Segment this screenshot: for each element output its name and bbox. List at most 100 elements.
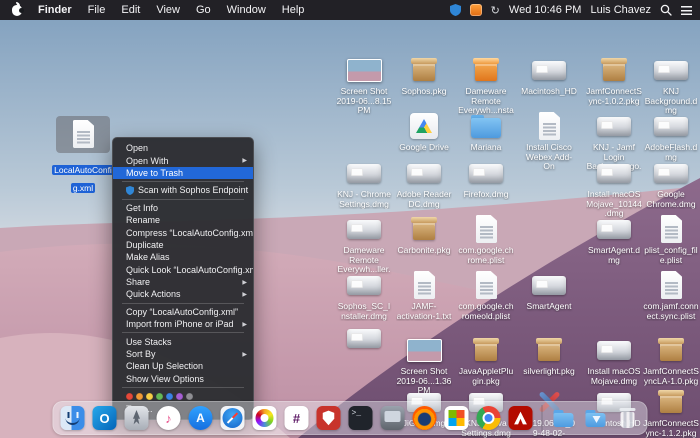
desktop-icon[interactable]: KNJ - Chrome Settings.dmg xyxy=(336,157,392,209)
documents-folder-dock-icon[interactable] xyxy=(552,406,576,430)
desktop-icon[interactable]: com.google.chromeold.plist xyxy=(458,269,514,321)
terminal-dock-icon[interactable] xyxy=(348,406,373,430)
context-menu-item-open[interactable]: Open xyxy=(113,142,253,154)
desktop-icon[interactable]: Install Cisco Webex Add-On xyxy=(521,110,577,172)
submenu-arrow-icon: ▶ xyxy=(242,291,247,298)
context-menu-item-share[interactable]: Share ▶ xyxy=(113,276,253,288)
context-menu-item-use-stacks[interactable]: Use Stacks xyxy=(113,335,253,347)
tag-yellow[interactable] xyxy=(146,393,153,401)
context-menu-item-show-view-options[interactable]: Show View Options xyxy=(113,373,253,385)
desktop-icon[interactable]: Carbonite.pkg xyxy=(396,213,452,256)
context-menu-item-quick-look[interactable]: Quick Look “LocalAutoConfig.xml” xyxy=(113,264,253,276)
context-menu-item-scan-with-sophos[interactable]: Scan with Sophos Endpoint xyxy=(113,184,253,196)
desktop-icon[interactable]: Mariana xyxy=(458,110,514,153)
firefox-dock-icon[interactable] xyxy=(412,406,437,430)
desktop-icon-label: Screen Shot 2019-06...8.15 PM xyxy=(336,87,392,115)
sync-status-icon[interactable]: ↻ xyxy=(491,3,500,17)
submenu-arrow-icon: ▶ xyxy=(242,158,247,165)
desktop-icon[interactable]: Firefox.dmg xyxy=(458,157,514,200)
menu-view[interactable]: View xyxy=(148,0,188,20)
app-store-dock-icon[interactable] xyxy=(188,406,213,430)
desktop[interactable]: Screen Shot 2019-06...8.15 PM Sophos.pkg… xyxy=(0,20,700,438)
menu-go[interactable]: Go xyxy=(188,0,219,20)
dameware-status-icon[interactable] xyxy=(469,4,482,16)
itunes-dock-icon[interactable] xyxy=(156,406,181,430)
menu-window[interactable]: Window xyxy=(219,0,274,20)
tag-blue[interactable] xyxy=(166,393,173,401)
desktop-icon[interactable]: Dameware Remote Everywh...nstaller xyxy=(458,54,514,116)
desktop-icon[interactable]: Macintosh_HD xyxy=(521,54,577,97)
sophos-shield-status-icon[interactable] xyxy=(449,3,461,17)
sophos-dock-icon[interactable] xyxy=(316,406,341,430)
tag-gray[interactable] xyxy=(186,393,193,401)
desktop-icon-label: com.jamf.connect.sync.plist xyxy=(643,302,699,321)
menubar-clock[interactable]: Wed 10:46 PM xyxy=(509,0,582,20)
context-menu-item-import-from-iphone[interactable]: Import from iPhone or iPad ▶ xyxy=(113,318,253,330)
desktop-icon[interactable]: Google Drive xyxy=(396,110,452,153)
context-menu-item-open-with[interactable]: Open With ▶ xyxy=(113,154,253,166)
desktop-icon[interactable]: plist_config_file.plist xyxy=(643,213,699,265)
desktop-icon[interactable]: Sophos_SC_Installer.dmg xyxy=(336,269,392,321)
remote-desktop-dock-icon[interactable] xyxy=(380,406,405,430)
tag-red[interactable] xyxy=(126,393,133,401)
menu-item-label: Move to Trash xyxy=(126,167,184,178)
desktop-icon[interactable]: Google Chrome.dmg xyxy=(643,157,699,209)
desktop-icon[interactable]: SmartAgent xyxy=(521,269,577,312)
context-menu-item-rename[interactable]: Rename xyxy=(113,214,253,226)
context-menu-item-get-info[interactable]: Get Info xyxy=(113,202,253,214)
context-menu-item-make-alias[interactable]: Make Alias xyxy=(113,251,253,263)
context-menu-item-sort-by[interactable]: Sort By ▶ xyxy=(113,348,253,360)
context-menu-item-compress[interactable]: Compress “LocalAutoConfig.xml” xyxy=(113,226,253,238)
desktop-icon-label: Sophos.pkg xyxy=(401,87,447,96)
desktop-icon[interactable]: Install macOS Mojave.dmg xyxy=(586,334,642,386)
notification-center-icon[interactable] xyxy=(681,3,692,17)
desktop-icon[interactable] xyxy=(336,322,392,355)
desktop-icon[interactable]: SmartAgent.dmg xyxy=(586,213,642,265)
context-menu-item-clean-up-selection[interactable]: Clean Up Selection xyxy=(113,360,253,372)
desktop-icon[interactable]: com.google.chrome.plist xyxy=(458,213,514,265)
desktop-icon[interactable]: Install macOS Mojave_10144.dmg xyxy=(586,157,642,219)
tag-purple[interactable] xyxy=(176,393,183,401)
desktop-icon[interactable]: silverlight.pkg xyxy=(521,334,577,377)
adobe-reader-dock-icon[interactable] xyxy=(508,406,533,430)
trash-dock-icon[interactable] xyxy=(616,406,640,430)
desktop-icon[interactable]: JAMF-activation-1.txt xyxy=(396,269,452,321)
screenshot-file-icon xyxy=(402,334,446,366)
desktop-icon[interactable]: JamfConnectSync-1.1.2.pkg xyxy=(643,386,699,438)
context-menu-item-duplicate[interactable]: Duplicate xyxy=(113,239,253,251)
menu-help[interactable]: Help xyxy=(274,0,313,20)
outlook-dock-icon[interactable] xyxy=(92,406,117,430)
desktop-icon[interactable]: JavaAppletPlugin.pkg xyxy=(458,334,514,386)
desktop-icon[interactable]: com.jamf.connect.sync.plist xyxy=(643,269,699,321)
spotlight-search-icon[interactable] xyxy=(660,3,672,17)
launchpad-dock-icon[interactable] xyxy=(124,406,149,430)
desktop-icon[interactable]: Screen Shot 2019-06...8.15 PM xyxy=(336,54,392,116)
desktop-icon[interactable]: AdobeFlash.dmg xyxy=(643,110,699,162)
menubar-user-menu[interactable]: Luis Chavez xyxy=(590,0,651,20)
downloads-folder-dock-icon[interactable] xyxy=(584,406,608,430)
slack-dock-icon[interactable] xyxy=(284,406,309,430)
office-dock-icon[interactable] xyxy=(444,406,469,430)
text-document-icon xyxy=(402,269,446,301)
safari-dock-icon[interactable] xyxy=(220,406,245,430)
desktop-icon[interactable]: KNJ Background.dmg xyxy=(643,54,699,116)
dmg-icon xyxy=(527,269,571,301)
context-menu-item-copy[interactable]: Copy “LocalAutoConfig.xml” xyxy=(113,306,253,318)
desktop-icon[interactable]: Dameware Remote Everywh...ller.dmg xyxy=(336,213,392,275)
context-menu-item-quick-actions[interactable]: Quick Actions ▶ xyxy=(113,288,253,300)
tag-green[interactable] xyxy=(156,393,163,401)
finder-dock-icon[interactable] xyxy=(60,406,85,430)
tag-orange[interactable] xyxy=(136,393,143,401)
menu-finder[interactable]: Finder xyxy=(30,0,80,20)
desktop-icon[interactable]: Adobe Reader DC.dmg xyxy=(396,157,452,209)
desktop-icon[interactable]: JamfConnectSync-1.0.2.pkg xyxy=(586,54,642,106)
menu-file[interactable]: File xyxy=(80,0,114,20)
desktop-icon[interactable]: JamfConnectSyncLA-1.0.pkg xyxy=(643,334,699,386)
context-menu-item-move-to-trash[interactable]: Move to Trash xyxy=(113,166,253,180)
desktop-icon[interactable]: Sophos.pkg xyxy=(396,54,452,97)
selected-file-localautoconfig[interactable]: LocalAutoConfig.xml xyxy=(52,116,114,196)
apple-menu-icon[interactable] xyxy=(10,1,30,16)
menu-edit[interactable]: Edit xyxy=(113,0,148,20)
photos-dock-icon[interactable] xyxy=(252,406,277,430)
chrome-dock-icon[interactable] xyxy=(476,406,501,430)
